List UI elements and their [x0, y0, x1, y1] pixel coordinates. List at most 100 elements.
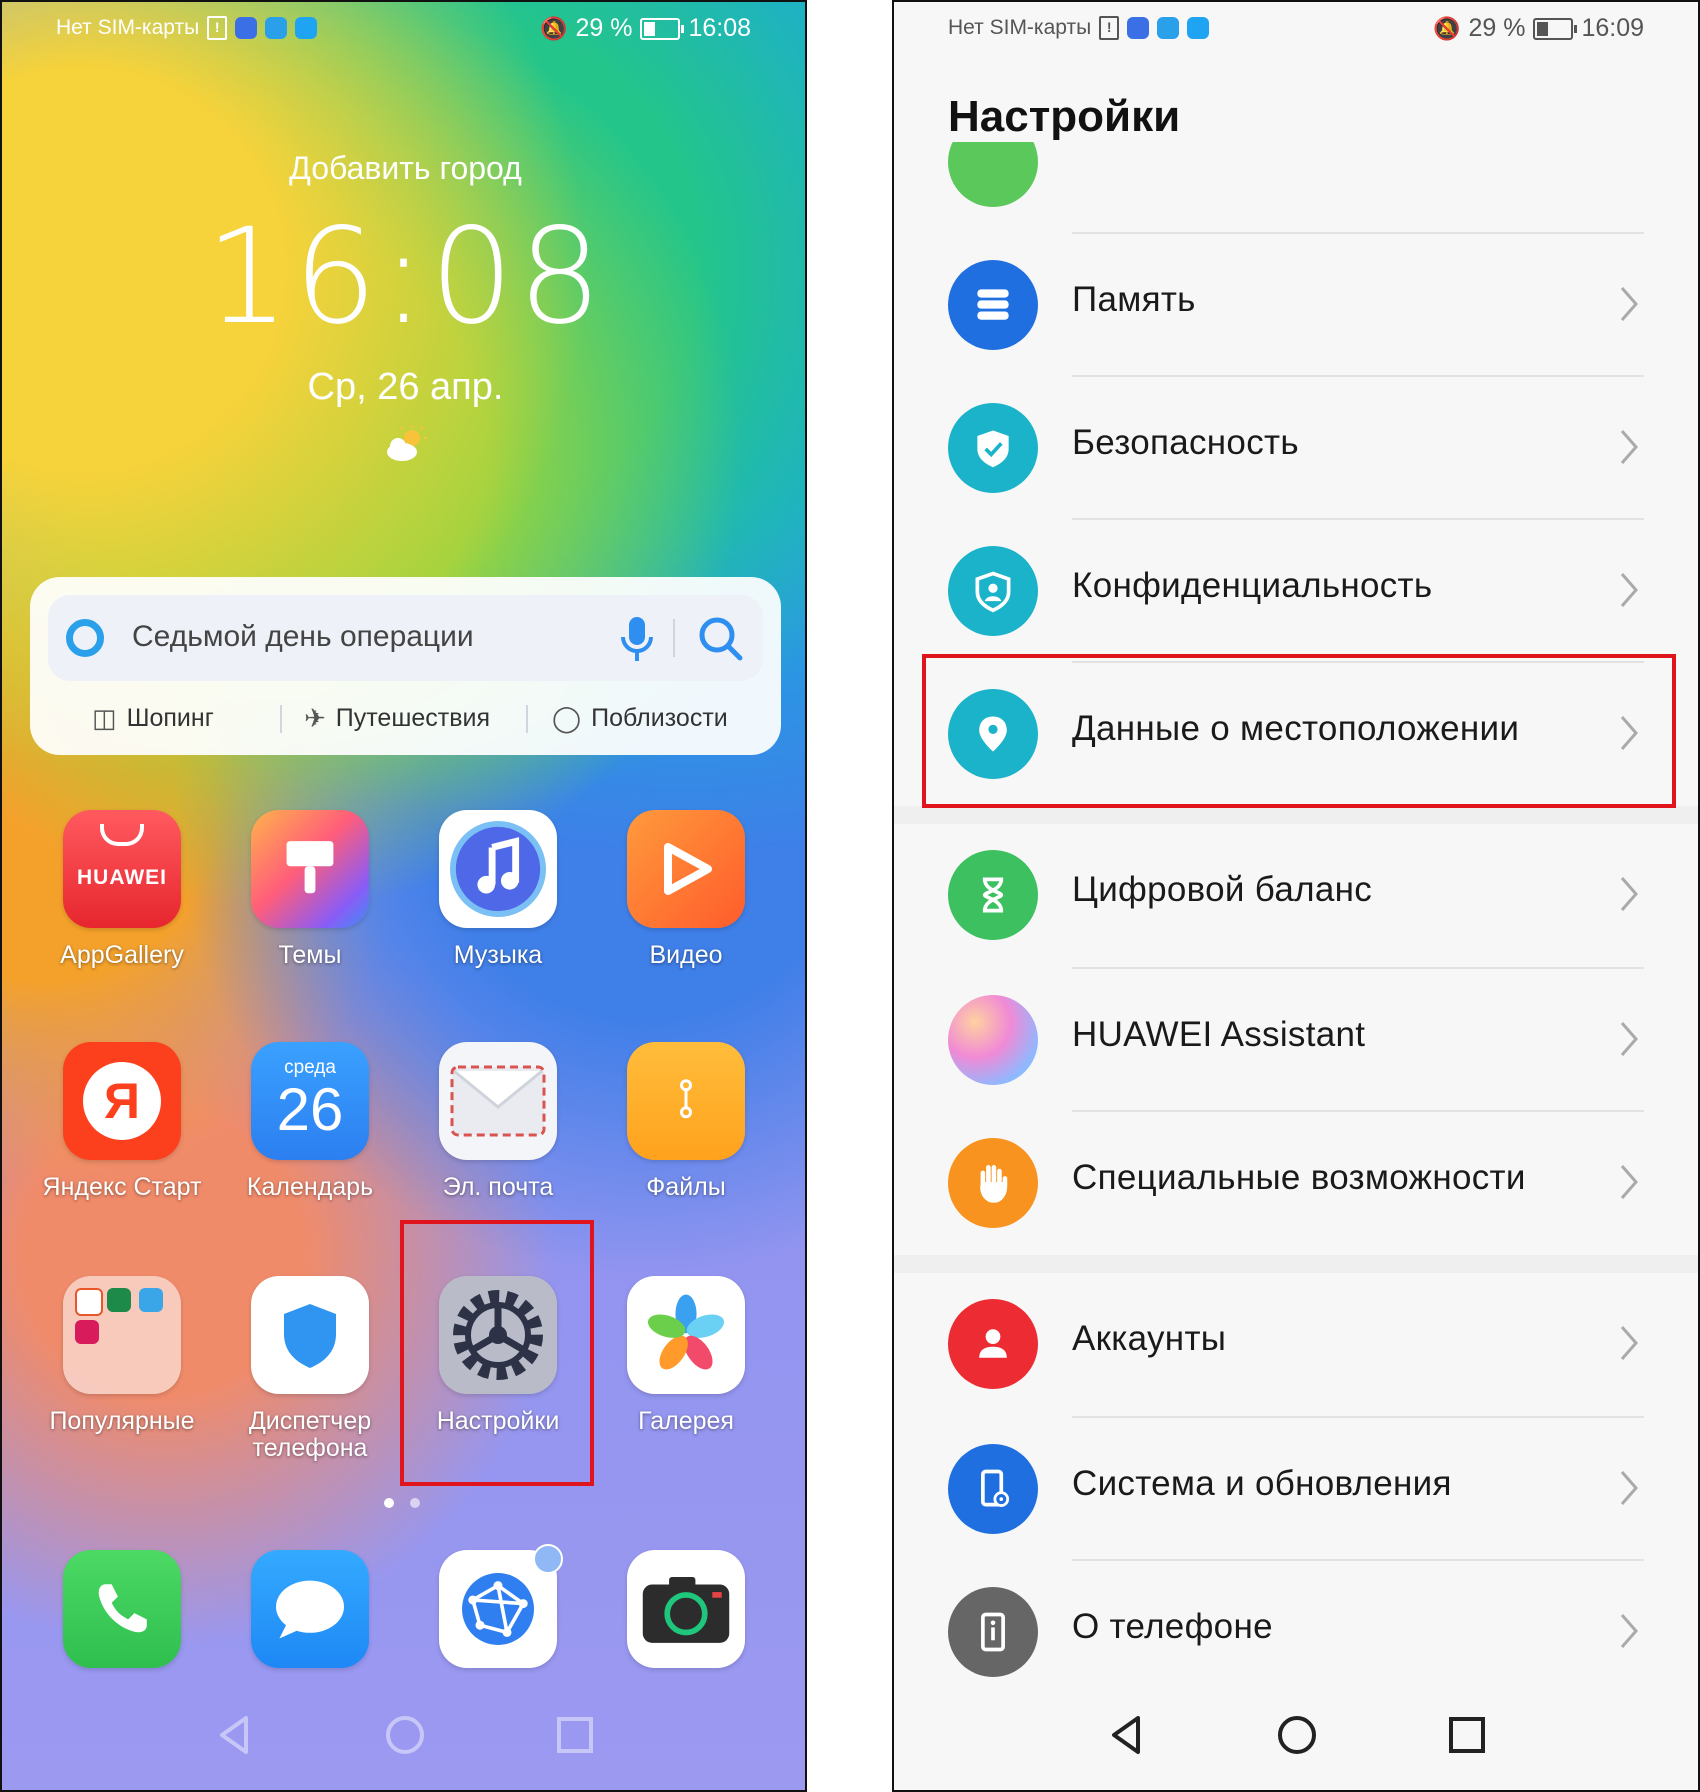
dock-camera[interactable] [596, 1550, 776, 1668]
app-label: Галерея [638, 1407, 734, 1435]
location-highlight-box [922, 654, 1676, 808]
home-screen: Нет SIM-карты ! 🔕 29 % 16:08 Добавить го… [0, 0, 807, 1792]
sim-alert-icon: ! [207, 16, 228, 40]
yandex-icon: Я [63, 1042, 181, 1160]
app-files[interactable]: Файлы [596, 1042, 776, 1201]
battery-icon [640, 17, 685, 40]
huawei-wordmark: HUAWEI [77, 866, 167, 889]
chevron-right-icon [1620, 1326, 1638, 1360]
status-bar: Нет SIM-карты ! 🔕 29 % 16:08 [2, 12, 805, 48]
divider [673, 619, 675, 657]
settings-item-privacy[interactable]: Конфиденциальность [894, 520, 1698, 663]
shopping-bag-icon: ◫ [92, 703, 117, 733]
settings-item-security[interactable]: Безопасность [894, 377, 1698, 520]
navigation-bar [894, 1680, 1698, 1790]
settings-item-huawei-assistant[interactable]: HUAWEI Assistant [894, 969, 1698, 1112]
app-label: Музыка [453, 941, 543, 969]
play-icon [627, 810, 745, 928]
settings-item-label: HUAWEI Assistant [1072, 1015, 1366, 1054]
chat-bubble-icon [251, 1550, 369, 1668]
recents-icon[interactable] [1442, 1710, 1492, 1760]
app-music[interactable]: Музыка [408, 810, 588, 969]
calendar-day: 26 [276, 1076, 344, 1143]
envelope-icon [439, 1042, 557, 1160]
group-separator [894, 806, 1698, 824]
hand-icon [948, 1138, 1038, 1228]
chevron-right-icon [1620, 1022, 1638, 1056]
mute-bell-icon: 🔕 [540, 15, 568, 41]
sim-alert-icon: ! [1099, 16, 1120, 40]
yandex-letter: Я [83, 1062, 161, 1140]
search-suggestion[interactable]: Седьмой день операции [132, 620, 474, 654]
music-note-icon [439, 810, 557, 928]
date-label: Ср, 26 апр. [307, 366, 504, 408]
group-separator [894, 1255, 1698, 1273]
chip-label: Путешествия [335, 704, 491, 732]
chip-label: Шопинг [126, 704, 214, 732]
shield-check-icon [948, 403, 1038, 493]
search-bar[interactable]: Седьмой день операции [48, 595, 763, 681]
status-time: 16:08 [688, 14, 751, 42]
info-icon [948, 1587, 1038, 1677]
phone-icon [63, 1550, 181, 1668]
partly-sunny-icon [387, 425, 427, 461]
search-icon[interactable] [697, 615, 745, 663]
microphone-icon[interactable] [613, 613, 661, 665]
app-label: Популярные [49, 1407, 195, 1435]
chevron-right-icon [1620, 877, 1638, 911]
divider [280, 705, 282, 733]
status-bar: Нет SIM-карты ! 🔕 29 % 16:09 [894, 12, 1698, 48]
notification-search-icon [295, 17, 318, 39]
home-icon[interactable] [380, 1710, 430, 1760]
app-gallery[interactable]: Галерея [596, 1276, 776, 1435]
shopping-chip[interactable]: ◫ Шопинг [92, 703, 214, 734]
dock-phone[interactable] [32, 1550, 212, 1668]
travel-chip[interactable]: ✈ Путешествия [304, 703, 490, 734]
battery-icon [1533, 17, 1578, 40]
back-icon[interactable] [1102, 1710, 1152, 1760]
privacy-icon [948, 546, 1038, 636]
navigation-bar [2, 1680, 805, 1790]
folder-grid-icon [63, 1276, 181, 1394]
camera-icon [627, 1550, 745, 1668]
settings-item-storage[interactable]: Память [894, 234, 1698, 377]
app-label: Видео [649, 941, 723, 969]
app-yandex-start[interactable]: Я Яндекс Старт [32, 1042, 212, 1201]
app-label: Календарь [246, 1173, 374, 1201]
phone-gear-icon [948, 1444, 1038, 1534]
shield-icon [251, 1276, 369, 1394]
app-calendar[interactable]: среда 26 Календарь [220, 1042, 400, 1201]
page-indicator [384, 1498, 420, 1508]
plane-icon: ✈ [304, 703, 326, 733]
app-themes[interactable]: Темы [220, 810, 400, 969]
scrolled-item-icon [948, 142, 1038, 207]
settings-item-label: Безопасность [1072, 423, 1299, 462]
paintbrush-icon [251, 810, 369, 928]
dock-messages[interactable] [220, 1550, 400, 1668]
chevron-right-icon [1620, 430, 1638, 464]
chevron-right-icon [1620, 573, 1638, 607]
dock-browser[interactable] [408, 1544, 588, 1668]
divider [526, 705, 528, 733]
settings-item-digital-balance[interactable]: Цифровой баланс [894, 824, 1698, 967]
app-label: Диспетчер телефона [248, 1407, 372, 1462]
storage-icon [948, 260, 1038, 350]
app-phone-manager[interactable]: Диспетчер телефона [220, 1276, 400, 1462]
settings-item-label: Система и обновления [1072, 1464, 1452, 1503]
nearby-chip[interactable]: ◯ Поблизости [552, 703, 728, 734]
settings-item-accessibility[interactable]: Специальные возможности [894, 1112, 1698, 1255]
app-video[interactable]: Видео [596, 810, 776, 969]
app-label: Яндекс Старт [42, 1173, 202, 1201]
app-popular-folder[interactable]: Популярные [32, 1276, 212, 1435]
app-appgallery[interactable]: HUAWEI AppGallery [32, 810, 212, 969]
settings-item-system-updates[interactable]: Система и обновления [894, 1418, 1698, 1561]
recents-icon[interactable] [550, 1710, 600, 1760]
home-icon[interactable] [1272, 1710, 1322, 1760]
notification-app-icon [235, 17, 258, 39]
add-city-link[interactable]: Добавить город [2, 150, 805, 187]
back-icon[interactable] [210, 1710, 260, 1760]
clock-widget[interactable]: 16:08 [2, 200, 805, 354]
settings-item-accounts[interactable]: Аккаунты [894, 1273, 1698, 1416]
assistant-icon [948, 995, 1038, 1085]
app-email[interactable]: Эл. почта [408, 1042, 588, 1201]
